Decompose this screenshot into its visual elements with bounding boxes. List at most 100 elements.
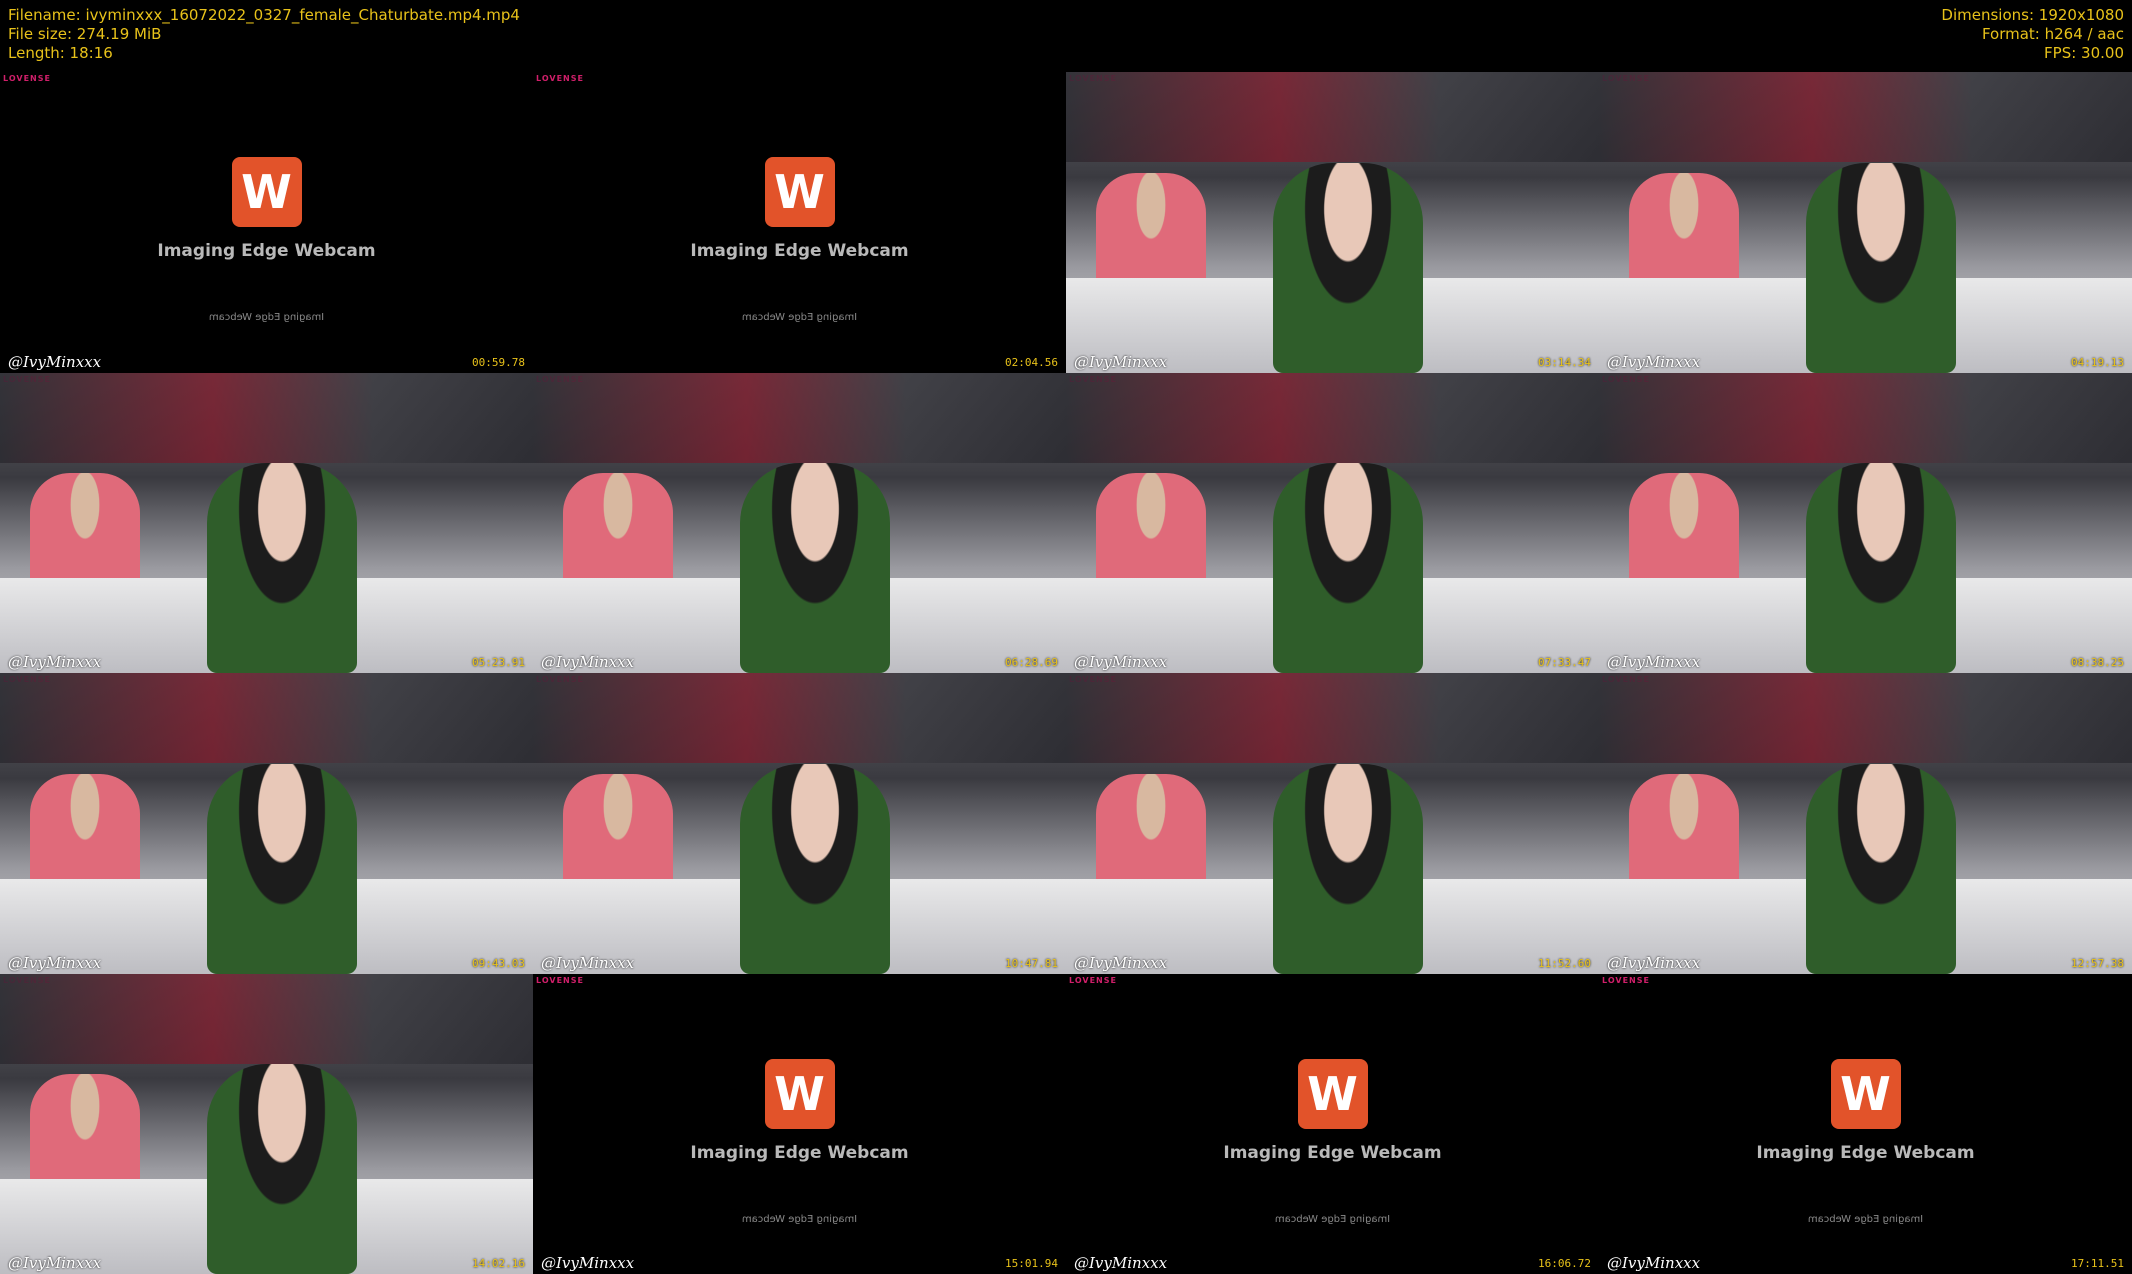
webcam-logo-icon: W [764,157,835,227]
background-booth [1599,72,2132,162]
timestamp-label: 17:11.51 [2071,1257,2124,1270]
fps-text: FPS: 30.00 [2044,44,2124,62]
performer-figure [739,463,890,673]
webcam-title: Imaging Edge Webcam [690,241,909,261]
format-text: Format: h264 / aac [1981,25,2124,43]
timestamp-label: 07:33.47 [1538,656,1591,669]
performer-figure [206,763,357,974]
timestamp-label: 15:01.94 [1005,1257,1058,1270]
thumbnail-5[interactable]: LOVENSE@IvyMinxxx05:23.91 [0,372,533,673]
timestamp-label: 02:04.56 [1005,355,1058,369]
thumbnail-grid: LOVENSE W Imaging Edge Webcam Imaging Edge … [0,72,2132,1274]
performer-figure [1805,162,1956,373]
performer-figure [1272,463,1423,673]
webcam-logo-icon: W [231,157,302,227]
thumbnail-2[interactable]: LOVENSE W Imaging Edge Webcam Imaging Edge … [533,72,1066,373]
handle-watermark: @IvyMinxxx [541,1254,635,1272]
handle-watermark: @IvyMinxxx [1074,352,1168,371]
performer-figure [206,1064,357,1274]
webcam-mirrored-text: Imaging Edge Webcam [1274,1213,1391,1225]
thumbnail-9[interactable]: LOVENSE@IvyMinxxx09:43.03 [0,673,533,974]
performer-figure [1272,162,1423,373]
lovense-overlay: LOVENSE [1069,975,1117,985]
filesize-text: File size: 274.19 MiB [8,25,162,43]
thumbnail-11[interactable]: LOVENSE@IvyMinxxx11:52.60 [1066,673,1599,974]
background-booth [1599,372,2132,463]
background-booth [533,673,1066,763]
webcam-logo-icon: W [1297,1058,1368,1129]
timestamp-label: 03:14.34 [1538,355,1591,369]
webcam-mirrored-text: Imaging Edge Webcam [741,1213,858,1225]
performer-figure [1805,763,1956,974]
handle-watermark: @IvyMinxxx [1607,953,1701,972]
thumbnail-3[interactable]: LOVENSE@IvyMinxxx03:14.34 [1066,72,1599,373]
thumbnail-16[interactable]: LOVENSE W Imaging Edge Webcam Imaging Edge … [1599,973,2132,1274]
handle-watermark: @IvyMinxxx [1074,1254,1168,1272]
lovense-overlay: LOVENSE [536,74,584,83]
thumbnail-7[interactable]: LOVENSE@IvyMinxxx07:33.47 [1066,372,1599,673]
timestamp-label: 04:19.13 [2071,355,2124,369]
thumbnail-6[interactable]: LOVENSE@IvyMinxxx06:28.69 [533,372,1066,673]
background-booth [1599,673,2132,763]
webcam-mirrored-text: Imaging Edge Webcam [741,312,858,323]
thumbnail-12[interactable]: LOVENSE@IvyMinxxx12:57.38 [1599,673,2132,974]
handle-watermark: @IvyMinxxx [8,1254,102,1272]
handle-watermark: @IvyMinxxx [541,653,635,671]
performer-figure [1805,463,1956,673]
thumbnail-14[interactable]: LOVENSE W Imaging Edge Webcam Imaging Edge … [533,973,1066,1274]
thumbnail-1[interactable]: LOVENSE W Imaging Edge Webcam Imaging Edge … [0,72,533,373]
handle-watermark: @IvyMinxxx [8,953,102,972]
file-info: Filename: ivyminxxx_16072022_0327_female… [8,6,520,63]
performer-figure [1272,763,1423,974]
thumbnail-10[interactable]: LOVENSE@IvyMinxxx10:47.81 [533,673,1066,974]
filename-text: Filename: ivyminxxx_16072022_0327_female… [8,6,520,24]
webcam-logo-letter: W [1307,1066,1358,1121]
handle-watermark: @IvyMinxxx [541,953,635,972]
performer-figure [206,463,357,673]
webcam-mirrored-text: Imaging Edge Webcam [208,312,325,323]
timestamp-label: 11:52.60 [1538,956,1591,970]
timestamp-label: 00:59.78 [472,355,525,369]
dimensions-text: Dimensions: 1920x1080 [1941,6,2124,24]
background-booth [1066,372,1599,463]
handle-watermark: @IvyMinxxx [1074,653,1168,671]
handle-watermark: @IvyMinxxx [1607,352,1701,371]
lovense-overlay: LOVENSE [3,74,51,83]
thumbnail-4[interactable]: LOVENSE@IvyMinxxx04:19.13 [1599,72,2132,373]
timestamp-label: 06:28.69 [1005,656,1058,669]
webcam-logo-letter: W [774,165,825,219]
handle-watermark: @IvyMinxxx [1607,1254,1701,1272]
handle-watermark: @IvyMinxxx [8,352,102,371]
webcam-logo-letter: W [1840,1066,1891,1121]
handle-watermark: @IvyMinxxx [1074,953,1168,972]
thumbnail-13[interactable]: LOVENSE@IvyMinxxx14:02.16 [0,973,533,1274]
timestamp-label: 09:43.03 [472,956,525,970]
background-booth [0,973,533,1064]
webcam-title: Imaging Edge Webcam [690,1142,909,1163]
webcam-logo-icon: W [1830,1058,1901,1129]
thumbnail-8[interactable]: LOVENSE@IvyMinxxx08:38.25 [1599,372,2132,673]
background-booth [1066,72,1599,162]
lovense-overlay: LOVENSE [536,975,584,985]
webcam-logo-icon: W [764,1058,835,1129]
webcam-title: Imaging Edge Webcam [157,241,376,261]
webcam-logo-letter: W [774,1066,825,1121]
lovense-overlay: LOVENSE [1602,975,1650,985]
handle-watermark: @IvyMinxxx [1607,653,1701,671]
handle-watermark: @IvyMinxxx [8,653,102,671]
background-booth [0,372,533,463]
timestamp-label: 05:23.91 [472,656,525,669]
timestamp-label: 16:06.72 [1538,1257,1591,1270]
timestamp-label: 14:02.16 [472,1257,525,1270]
length-text: Length: 18:16 [8,44,113,62]
timestamp-label: 10:47.81 [1005,956,1058,970]
webcam-mirrored-text: Imaging Edge Webcam [1807,1213,1924,1225]
webcam-title: Imaging Edge Webcam [1223,1142,1442,1163]
webcam-title: Imaging Edge Webcam [1756,1142,1975,1163]
timestamp-label: 08:38.25 [2071,656,2124,669]
format-info: Dimensions: 1920x1080 Format: h264 / aac… [1941,6,2124,63]
background-booth [1066,673,1599,763]
thumbnail-15[interactable]: LOVENSE W Imaging Edge Webcam Imaging Edge … [1066,973,1599,1274]
performer-figure [739,763,890,974]
webcam-logo-letter: W [241,165,292,219]
